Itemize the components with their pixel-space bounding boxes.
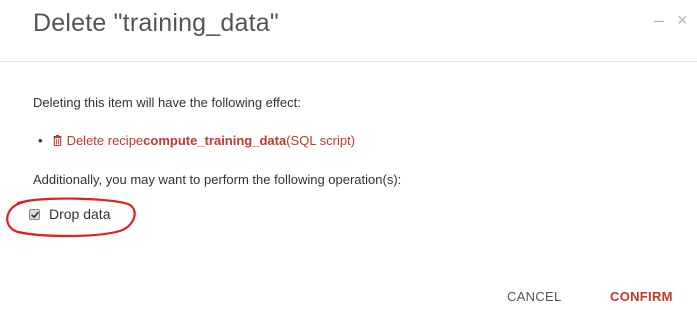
drop-data-checkbox[interactable] xyxy=(29,208,40,220)
recipe-link[interactable]: compute_training_data xyxy=(143,133,286,148)
effect-suffix: (SQL script) xyxy=(286,133,356,148)
checkmark-icon xyxy=(31,211,39,218)
delete-dialog: Delete "training_data" – × Deleting this… xyxy=(0,0,697,310)
additional-operations-text: Additionally, you may want to perform th… xyxy=(33,172,402,187)
confirm-button[interactable]: CONFIRM xyxy=(610,289,673,304)
drop-data-label[interactable]: Drop data xyxy=(49,206,110,222)
dialog-title: Delete "training_data" xyxy=(33,9,279,37)
close-button[interactable]: × xyxy=(677,10,688,30)
dialog-header: Delete "training_data" – × xyxy=(0,0,697,62)
trash-icon xyxy=(53,135,62,146)
bullet: • xyxy=(38,133,43,148)
effect-prefix: Delete recipe xyxy=(66,133,144,148)
effect-intro-text: Deleting this item will have the followi… xyxy=(33,95,301,110)
cancel-button[interactable]: CANCEL xyxy=(507,289,562,304)
effect-list-item: • Delete recipe compute_training_data (S… xyxy=(38,133,355,148)
drop-data-option[interactable]: Drop data xyxy=(29,206,110,222)
minimize-button[interactable]: – xyxy=(654,10,664,30)
